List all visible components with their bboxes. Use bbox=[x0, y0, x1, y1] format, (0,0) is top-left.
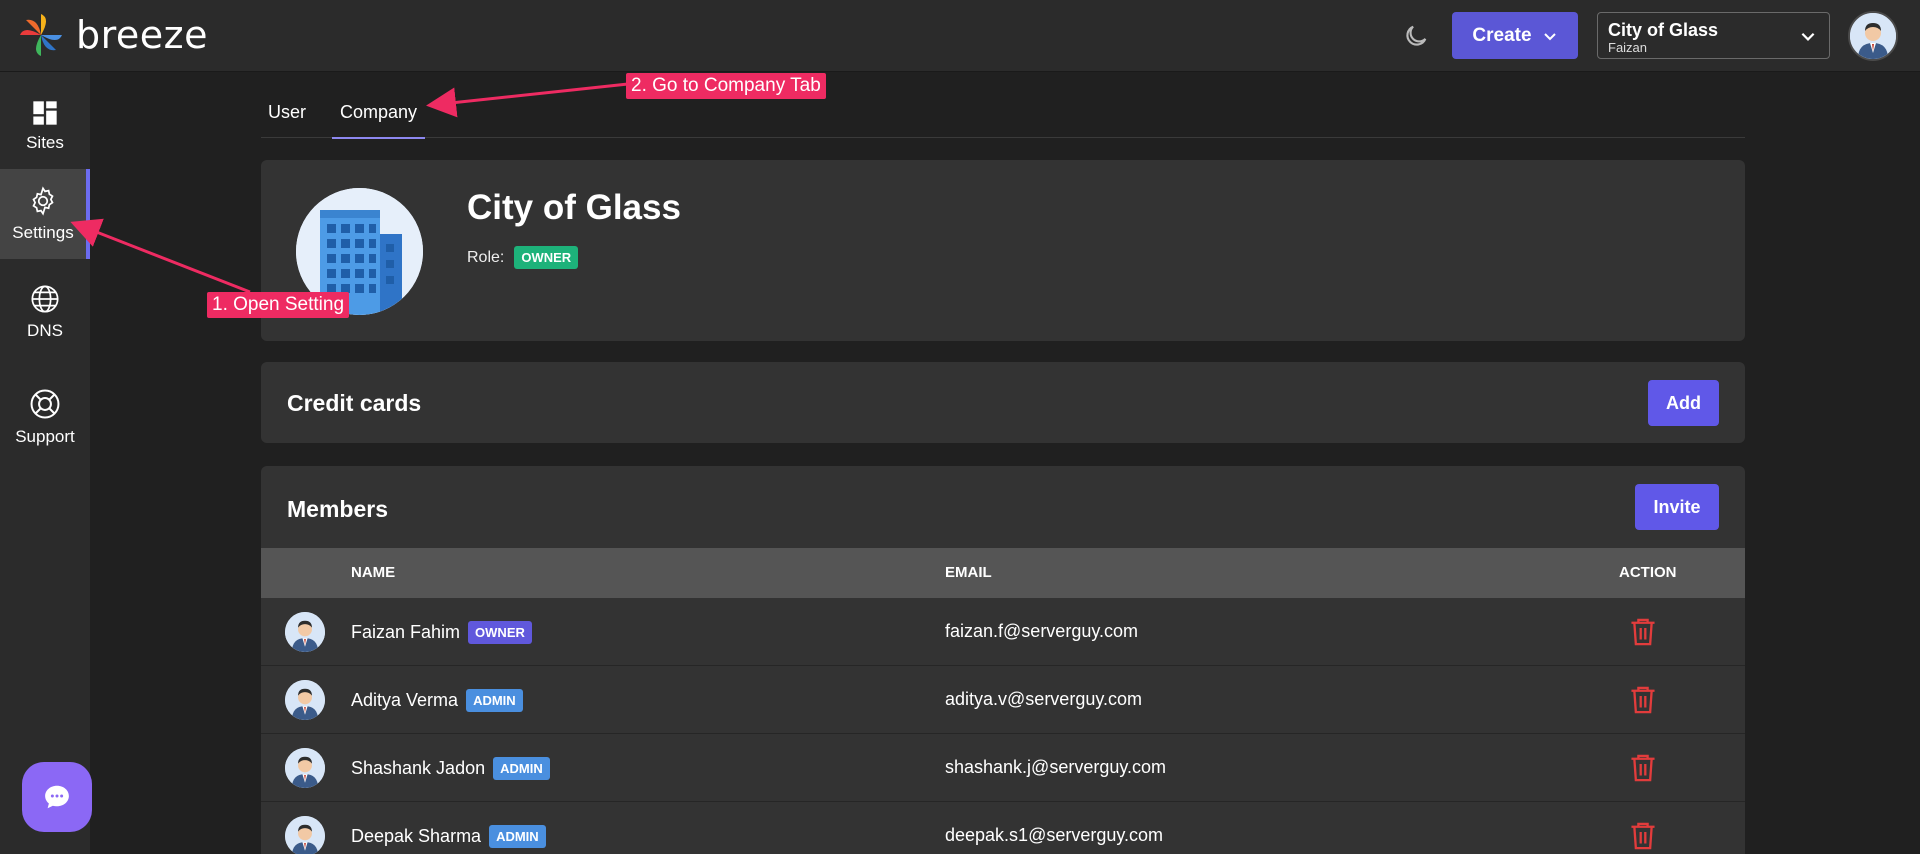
member-avatar-icon bbox=[285, 680, 325, 720]
table-row: Aditya Verma ADMIN aditya.v@serverguy.com bbox=[261, 666, 1745, 734]
member-name: Faizan Fahim bbox=[351, 622, 461, 642]
annotation-step-2: 2. Go to Company Tab bbox=[626, 73, 826, 99]
company-switcher-name: City of Glass bbox=[1608, 20, 1719, 40]
members-table-header: NAME EMAIL ACTION bbox=[261, 548, 1745, 598]
breeze-logo-icon bbox=[20, 14, 62, 56]
sidebar-item-support[interactable]: Support bbox=[0, 372, 90, 462]
sidebar: Sites Settings DNS Support bbox=[0, 72, 90, 854]
member-role-badge: ADMIN bbox=[466, 689, 523, 712]
delete-member-button[interactable] bbox=[1629, 685, 1657, 720]
user-avatar[interactable] bbox=[1848, 11, 1898, 61]
member-name-cell: Shashank Jadon ADMIN bbox=[351, 757, 550, 780]
delete-member-button[interactable] bbox=[1629, 753, 1657, 788]
company-switcher[interactable]: City of Glass Faizan bbox=[1597, 12, 1830, 59]
credit-cards-card: Credit cards Add bbox=[261, 362, 1745, 443]
delete-member-button[interactable] bbox=[1629, 821, 1657, 854]
company-switcher-user: Faizan bbox=[1608, 40, 1648, 55]
tab-company[interactable]: Company bbox=[332, 102, 426, 139]
user-avatar-icon bbox=[1850, 13, 1896, 59]
member-name-cell: Faizan Fahim OWNER bbox=[351, 621, 532, 644]
create-button[interactable]: Create bbox=[1452, 12, 1578, 59]
sidebar-item-sites[interactable]: Sites bbox=[0, 86, 90, 166]
member-email: faizan.f@serverguy.com bbox=[945, 621, 1139, 641]
member-avatar bbox=[285, 816, 325, 854]
column-header-name: NAME bbox=[351, 564, 396, 581]
member-avatar-icon bbox=[285, 816, 325, 854]
trash-icon bbox=[1631, 618, 1655, 646]
member-avatar-icon bbox=[285, 612, 325, 652]
trash-icon bbox=[1631, 822, 1655, 850]
company-title: City of Glass bbox=[467, 188, 681, 227]
column-header-action: ACTION bbox=[1619, 564, 1677, 581]
company-profile-card: City of Glass Role: OWNER bbox=[261, 160, 1745, 341]
sidebar-item-label: Sites bbox=[26, 133, 64, 152]
trash-icon bbox=[1631, 686, 1655, 714]
chevron-down-icon bbox=[1801, 32, 1815, 41]
sidebar-item-label: Settings bbox=[12, 223, 74, 242]
member-name: Deepak Sharma bbox=[351, 826, 482, 846]
tab-user[interactable]: User bbox=[268, 102, 306, 137]
chat-button[interactable] bbox=[22, 762, 92, 832]
member-name-cell: Deepak Sharma ADMIN bbox=[351, 825, 546, 848]
sidebar-item-label: Support bbox=[15, 427, 75, 446]
company-role: Role: OWNER bbox=[467, 246, 579, 269]
members-title: Members bbox=[287, 496, 388, 522]
member-email: deepak.s1@serverguy.com bbox=[945, 825, 1164, 845]
lifebuoy-icon bbox=[30, 389, 60, 419]
role-label: Role: bbox=[467, 248, 505, 266]
table-row: Deepak Sharma ADMIN deepak.s1@serverguy.co… bbox=[261, 802, 1745, 854]
member-avatar bbox=[285, 748, 325, 788]
member-avatar-icon bbox=[285, 748, 325, 788]
column-header-email: EMAIL bbox=[945, 564, 992, 581]
member-name-cell: Aditya Verma ADMIN bbox=[351, 689, 523, 712]
role-badge: OWNER bbox=[514, 246, 579, 269]
member-role-badge: ADMIN bbox=[493, 757, 550, 780]
member-name: Shashank Jadon bbox=[351, 758, 486, 778]
member-email: shashank.j@serverguy.com bbox=[945, 757, 1167, 777]
gear-icon bbox=[32, 186, 54, 216]
member-name: Aditya Verma bbox=[351, 690, 459, 710]
sidebar-item-dns[interactable]: DNS bbox=[0, 272, 90, 352]
table-row: Faizan Fahim OWNER faizan.f@serverguy.com bbox=[261, 598, 1745, 666]
member-role-badge: ADMIN bbox=[489, 825, 546, 848]
member-email: aditya.v@serverguy.com bbox=[945, 689, 1143, 709]
table-row: Shashank Jadon ADMIN shashank.j@serverguy.… bbox=[261, 734, 1745, 802]
add-card-button[interactable]: Add bbox=[1648, 380, 1719, 426]
settings-tabs: User Company bbox=[261, 88, 1745, 139]
member-avatar bbox=[285, 680, 325, 720]
members-card: Members Invite NAME EMAIL ACTION Faizan … bbox=[261, 466, 1745, 854]
invite-member-button[interactable]: Invite bbox=[1635, 484, 1719, 530]
chat-bubble-icon bbox=[45, 785, 69, 809]
member-avatar bbox=[285, 612, 325, 652]
delete-member-button[interactable] bbox=[1629, 617, 1657, 652]
theme-toggle[interactable] bbox=[1402, 22, 1430, 50]
create-button-label: Create bbox=[1472, 24, 1532, 46]
trash-icon bbox=[1631, 754, 1655, 782]
globe-icon bbox=[31, 285, 59, 313]
chevron-down-icon bbox=[1543, 32, 1556, 40]
sidebar-item-settings[interactable]: Settings bbox=[0, 169, 90, 259]
brand-name: breeze bbox=[76, 13, 208, 57]
brand-logo[interactable]: breeze bbox=[18, 12, 208, 58]
top-bar: breeze Create City of Glass Faizan bbox=[0, 0, 1920, 72]
moon-icon bbox=[1406, 25, 1427, 46]
annotation-step-1: 1. Open Setting bbox=[207, 292, 350, 318]
credit-cards-title: Credit cards bbox=[287, 390, 422, 416]
member-role-badge: OWNER bbox=[468, 621, 532, 644]
sidebar-item-label: DNS bbox=[27, 321, 63, 340]
dashboard-icon bbox=[33, 101, 57, 125]
